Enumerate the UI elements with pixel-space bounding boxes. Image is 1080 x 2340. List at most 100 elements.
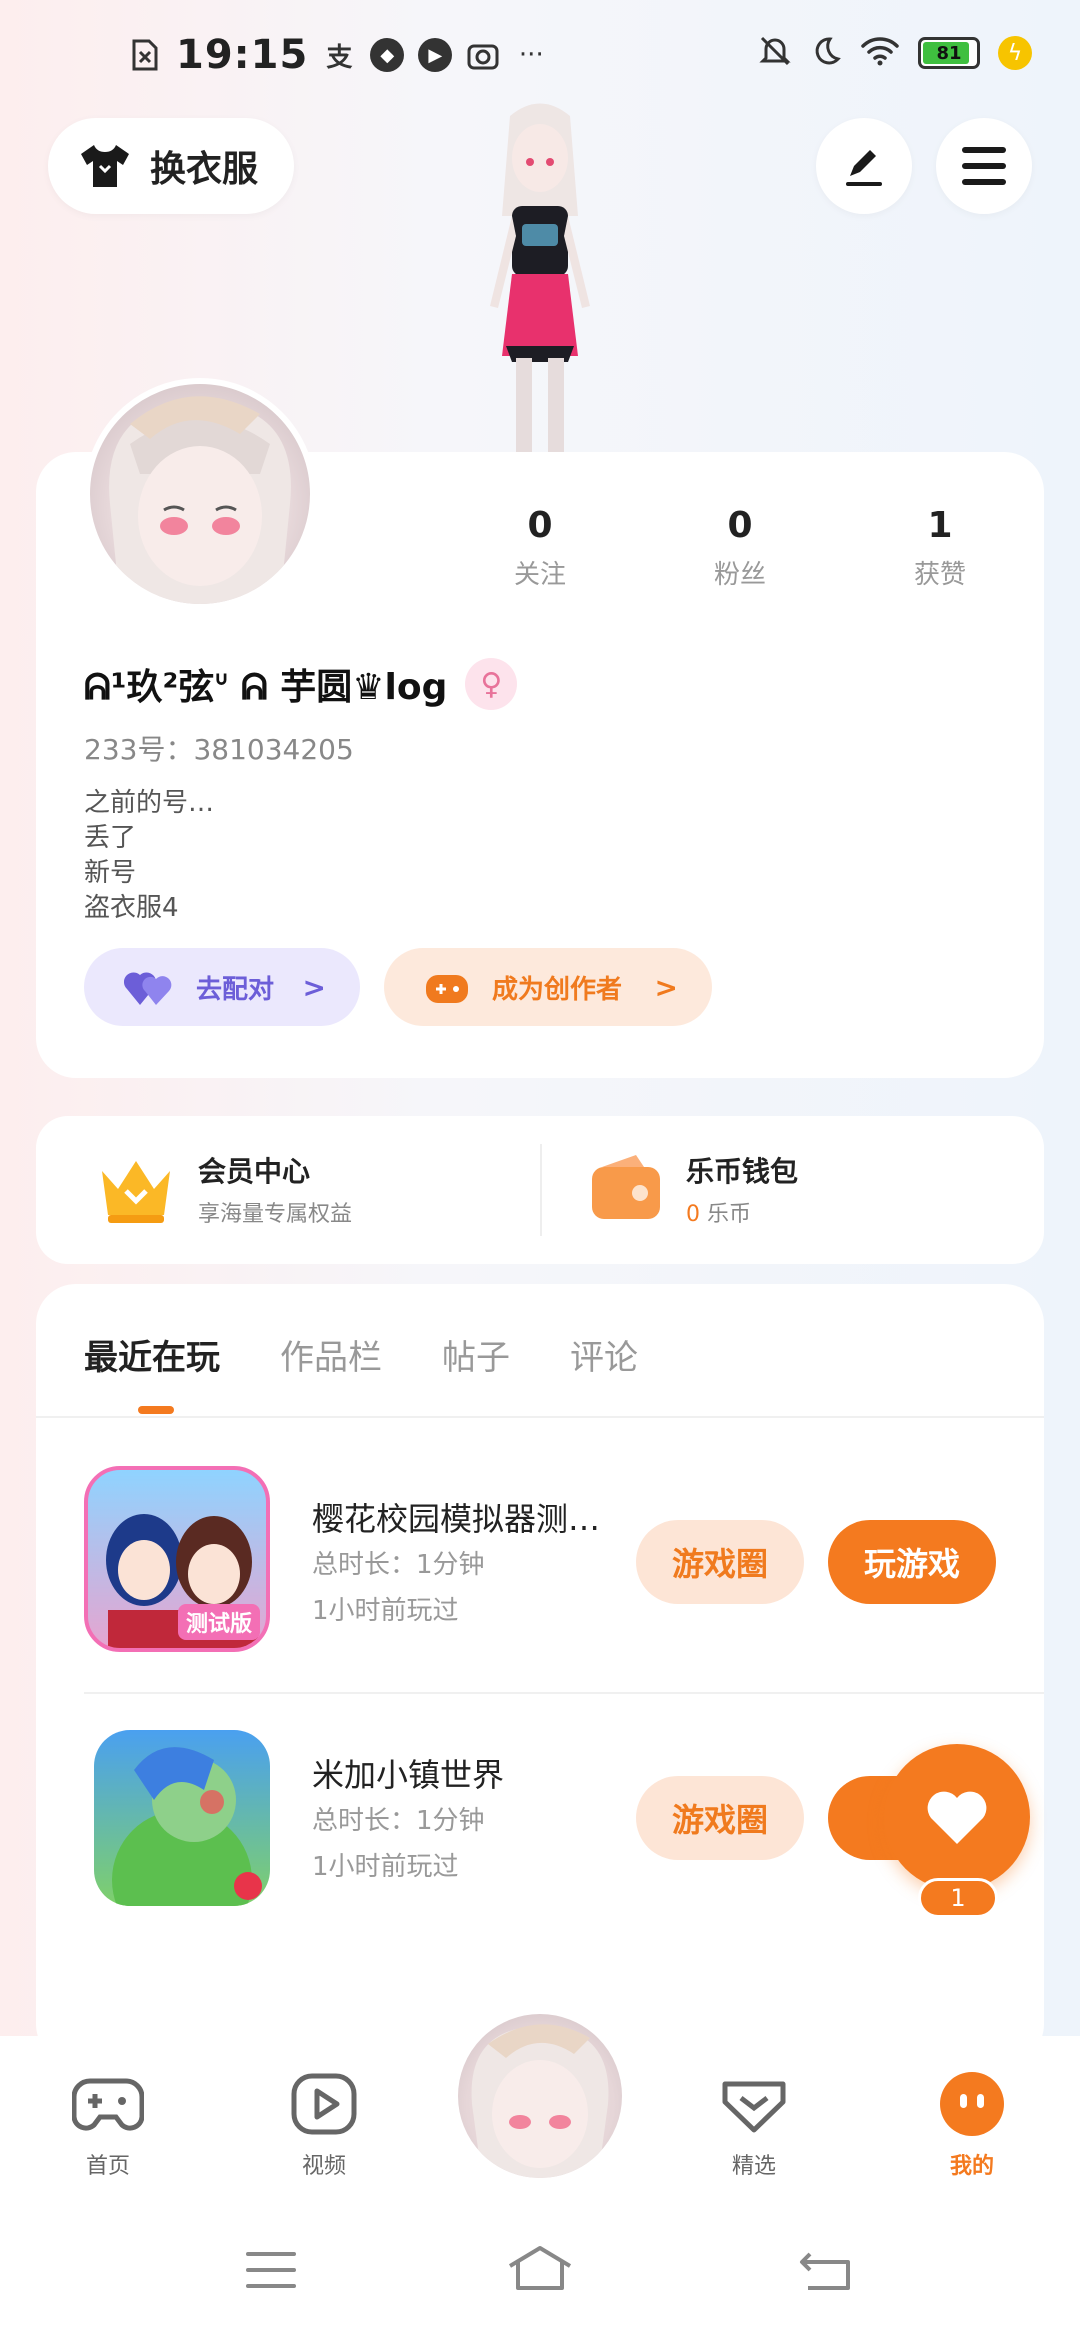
list-item[interactable]: 米加小镇世界 总时长：1分钟 1小时前玩过 游戏圈 玩 (48, 1726, 1008, 1926)
wallet-amount: 0 (686, 1202, 700, 1227)
female-gender-icon: ♀ (465, 658, 518, 710)
fans-stat[interactable]: 0 粉丝 (640, 505, 840, 591)
sim-off-icon (128, 38, 162, 72)
gamepad-icon (72, 2078, 144, 2131)
divider (540, 1144, 542, 1236)
change-outfit-button[interactable]: 换衣服 (48, 118, 294, 214)
nav-home-label: 首页 (85, 2154, 130, 2179)
nav-video-label: 视频 (301, 2154, 346, 2179)
pen-icon (846, 150, 882, 186)
wallet-entry[interactable]: 乐币钱包 0 乐币 (588, 1150, 798, 1228)
match-label: 去配对 (196, 974, 275, 1005)
alipay-icon: 支 (326, 42, 353, 73)
more-notifications-icon: ··· (518, 40, 544, 70)
floating-like-button[interactable] (884, 1744, 1030, 1890)
become-creator-label: 成为创作者 (492, 974, 623, 1005)
become-creator-button[interactable]: 成为创作者 > (384, 948, 712, 1026)
charging-icon: ϟ (998, 36, 1032, 70)
nav-featured[interactable]: 精选 (694, 2066, 814, 2180)
bio-line: 盗衣服4 (84, 893, 179, 923)
recent-games-card: 最近在玩 作品栏 帖子 评论 (36, 1284, 1044, 2064)
moon-icon (810, 35, 842, 71)
nav-video[interactable]: 视频 (264, 2066, 384, 2180)
avatar-figure[interactable] (450, 96, 630, 456)
game-duration: 总时长：1分钟 (312, 1550, 485, 1580)
play-game-button[interactable]: 玩游戏 (828, 1520, 996, 1604)
row-divider (84, 1692, 1044, 1694)
camera-notification-icon (466, 38, 500, 72)
game-icon-sakura[interactable]: 测试版 (84, 1466, 270, 1652)
gamepad-plus-icon (426, 975, 468, 1003)
tab-recently-played[interactable]: 最近在玩 (84, 1330, 220, 1379)
fans-count: 0 (727, 505, 753, 546)
chevron-right-icon: > (302, 970, 326, 1004)
wallet-icon (592, 1155, 660, 1219)
smile-face-icon (940, 2072, 1004, 2136)
change-outfit-label: 换衣服 (150, 149, 259, 190)
vip-center-entry[interactable]: 会员中心 享海量专属权益 (96, 1150, 352, 1228)
profile-avatar[interactable] (84, 378, 316, 610)
tab-comments[interactable]: 评论 (570, 1330, 638, 1379)
nav-home[interactable]: 首页 (48, 2066, 168, 2180)
game-meta: 总时长：1分钟 1小时前玩过 (312, 1542, 485, 1634)
tab-divider (36, 1416, 1044, 1418)
following-count: 0 (527, 505, 553, 546)
vip-title: 会员中心 (198, 1155, 311, 1188)
list-item[interactable]: 测试版 樱花校园模拟器测… 总时长：1分钟 1小时前玩过 游戏圈 玩游戏 (48, 1462, 1008, 1662)
active-tab-indicator (138, 1406, 174, 1414)
likes-count: 1 (927, 505, 953, 546)
wallet-unit: 乐币 (707, 1202, 752, 1227)
profile-tabs: 最近在玩 作品栏 帖子 评论 (84, 1330, 638, 1379)
game-last-played: 1小时前玩过 (312, 1852, 459, 1882)
nav-featured-label: 精选 (731, 2154, 776, 2179)
heart-gem-icon (722, 2081, 786, 2133)
tab-works[interactable]: 作品栏 (280, 1330, 382, 1379)
crown-icon (102, 1161, 170, 1223)
game-duration: 总时长：1分钟 (312, 1806, 485, 1836)
hamburger-menu-icon (962, 147, 1006, 185)
bio-line: 之前的号… (84, 788, 215, 818)
bio-line: 丢了 (84, 823, 137, 853)
mute-icon (758, 34, 792, 72)
game-meta: 总时长：1分钟 1小时前玩过 (312, 1798, 485, 1890)
like-count-badge: 1 (918, 1878, 998, 1918)
wallet-title: 乐币钱包 (686, 1155, 799, 1188)
user-id[interactable]: 233号：381034205 (84, 728, 354, 768)
vip-subtitle: 享海量专属权益 (198, 1202, 353, 1227)
back-system-icon[interactable] (798, 2250, 852, 2292)
bio: 之前的号… 丢了 新号 盗衣服4 (84, 786, 214, 926)
bio-line: 新号 (84, 858, 137, 888)
following-label: 关注 (513, 560, 566, 590)
menu-button[interactable] (936, 118, 1032, 214)
game-circle-button[interactable]: 游戏圈 (636, 1776, 804, 1860)
game-circle-button[interactable]: 游戏圈 (636, 1520, 804, 1604)
battery-icon: 81 (918, 37, 980, 69)
status-time: 19:15 (176, 32, 309, 78)
likes-stat[interactable]: 1 获赞 (840, 505, 1040, 591)
edit-profile-button[interactable] (816, 118, 912, 214)
video-notification-icon: ▶ (418, 38, 453, 72)
heart-match-icon (124, 972, 172, 1005)
fans-label: 粉丝 (713, 560, 766, 590)
test-version-badge: 测试版 (177, 1604, 260, 1640)
game-last-played: 1小时前玩过 (312, 1596, 459, 1626)
game-icon-toca[interactable] (94, 1730, 270, 1906)
chevron-right-icon: > (654, 970, 678, 1004)
home-system-icon[interactable] (506, 2244, 574, 2292)
nav-center-avatar[interactable] (454, 2010, 626, 2182)
match-button[interactable]: 去配对 > (84, 948, 360, 1026)
tab-posts[interactable]: 帖子 (442, 1330, 510, 1379)
nickname: ᕱ¹玖²弦ᐡ ᕱ 芋圆♛log (84, 667, 448, 708)
wifi-icon (860, 35, 900, 71)
game-title: 樱花校园模拟器测… (312, 1500, 601, 1538)
nav-mine[interactable]: 我的 (912, 2066, 1032, 2180)
recent-apps-icon[interactable] (244, 2250, 298, 2290)
shirt-icon (81, 145, 129, 187)
following-stat[interactable]: 0 关注 (440, 505, 640, 591)
heart-icon (927, 1791, 987, 1844)
likes-label: 获赞 (913, 560, 966, 590)
nav-mine-label: 我的 (949, 2154, 994, 2179)
nickname-row: ᕱ¹玖²弦ᐡ ᕱ 芋圆♛log ♀ (84, 658, 518, 710)
video-play-icon (291, 2073, 357, 2135)
wallet-balance: 0 乐币 (686, 1196, 798, 1228)
